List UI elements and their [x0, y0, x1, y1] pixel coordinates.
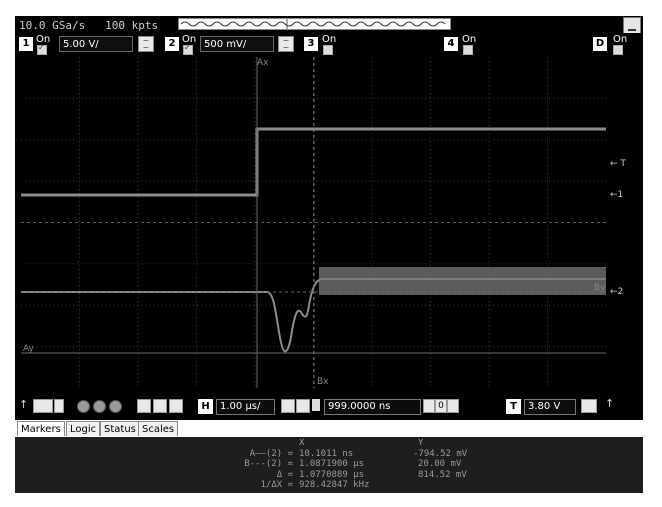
marker-delta-x: 1.0770889 µs — [299, 470, 365, 480]
channel-1-on-checkbox[interactable] — [37, 43, 47, 55]
run-stop-button[interactable] — [77, 400, 90, 413]
tab-markers[interactable]: Markers — [17, 421, 65, 436]
trigger-level-marker[interactable]: ← T — [610, 159, 626, 169]
trigger-slope-icon[interactable]: ↑ — [605, 397, 614, 410]
clear-display-icon[interactable] — [153, 399, 167, 413]
channel-2-scale-field[interactable]: 500 mV/ — [200, 36, 274, 52]
marker-a-x: 10.1011 ns — [299, 449, 354, 459]
oscilloscope-window: 10.0 GSa/s 100 kpts 1 On 5.00 V/ ~~ 2 On… — [15, 16, 643, 493]
marker-b-label: B---(2) = — [244, 459, 293, 469]
graticule-svg — [21, 57, 606, 388]
horizontal-button[interactable]: H — [198, 399, 213, 414]
marker-delta-label: Δ = — [276, 470, 293, 480]
digital-on-checkbox[interactable] — [613, 45, 623, 55]
channel-3-on-checkbox[interactable] — [323, 45, 333, 55]
scroll-up-arrow-icon[interactable]: ↑ — [19, 398, 28, 411]
tab-logic[interactable]: Logic — [66, 421, 101, 436]
channel-1-ground-marker[interactable]: ←1 — [610, 190, 623, 200]
marker-ay-label[interactable]: Ay — [23, 344, 34, 354]
digital-on-label: On — [613, 34, 628, 45]
digital-channel-button[interactable]: D — [593, 37, 607, 51]
default-setup-icon[interactable] — [169, 399, 183, 413]
channel-4-on-label: On — [462, 34, 477, 45]
vertical-stepper[interactable] — [33, 399, 53, 413]
delay-left-arrow[interactable] — [423, 399, 435, 413]
marker-b-y: 20.00 mV — [418, 459, 462, 469]
ch1-marker-label: 1 — [617, 190, 624, 200]
single-button[interactable] — [93, 400, 106, 413]
marker-a-label: A——(2) = — [249, 449, 293, 459]
right-level-markers: ← T ←1 ←2 — [608, 57, 640, 388]
channel-2-on-checkbox[interactable] — [183, 43, 193, 55]
delay-field[interactable]: 999.0000 ns — [324, 399, 421, 415]
channel-2-coupling-button[interactable]: ~ ~ — [278, 36, 294, 52]
marker-delta-y: 814.52 mV — [418, 470, 467, 480]
channel-3-button[interactable]: 3 — [304, 37, 318, 51]
zoom-mode-icon[interactable] — [281, 399, 295, 413]
ch2-marker-label: 2 — [617, 287, 624, 297]
marker-readout-panel: X Y A——(2) = 10.1011 ns -794.52 mV B---(… — [15, 437, 643, 493]
marker-bx-label[interactable]: Bx — [317, 377, 329, 387]
trigger-level-field[interactable]: 3.80 V — [524, 399, 576, 415]
channel-1-coupling-button[interactable]: ~ ~ — [138, 36, 154, 52]
acquisition-info: 10.0 GSa/s 100 kpts — [19, 19, 159, 32]
stepper-small[interactable] — [54, 399, 64, 413]
marker-by-label[interactable]: By — [594, 283, 606, 293]
marker-inverse-delta-label: 1/ΔX = — [260, 480, 293, 490]
channel-bar: 1 On 5.00 V/ ~~ 2 On 500 mV/ ~~ 3 On 4 O… — [15, 33, 643, 55]
autoscale-icon[interactable] — [137, 399, 151, 413]
time-scale-field[interactable]: 1.00 µs/ — [216, 399, 275, 415]
marker-a-y: -794.52 mV — [413, 449, 468, 459]
waveform-mode-icon[interactable] — [296, 399, 310, 413]
delay-marker-icon — [312, 399, 320, 411]
memory-overview-bar[interactable] — [178, 18, 451, 30]
info-tabs: Markers Logic Status Scales — [15, 420, 643, 437]
channel-4-on-checkbox[interactable] — [463, 45, 473, 55]
acquisition-bar: 10.0 GSa/s 100 kpts — [15, 16, 643, 35]
marker-inverse-delta-x: 928.42847 kHz — [299, 480, 370, 490]
marker-ax-label[interactable]: Ax — [257, 58, 268, 68]
tab-status[interactable]: Status — [100, 421, 140, 436]
control-bar: ↑ H 1.00 µs/ 999.0000 ns 0 T 3.80 V ↑ — [15, 394, 643, 420]
channel-2-ground-marker[interactable]: ←2 — [610, 287, 623, 297]
channel-1-button[interactable]: 1 — [19, 37, 33, 51]
delay-right-arrow[interactable] — [447, 399, 459, 413]
overview-waveform — [180, 19, 446, 29]
auto-button[interactable] — [109, 400, 122, 413]
channel-4-button[interactable]: 4 — [444, 37, 458, 51]
trigger-level-stepper[interactable] — [581, 399, 597, 413]
channel-2-ringing-band — [319, 267, 606, 295]
marker-x-header: X — [299, 438, 305, 448]
tab-scales[interactable]: Scales — [138, 421, 179, 436]
marker-y-header: Y — [418, 438, 424, 448]
delay-zero-button[interactable]: 0 — [435, 399, 447, 413]
channel-1-scale-field[interactable]: 5.00 V/ — [59, 36, 133, 52]
waveform-display[interactable]: Ax Bx Ay By — [21, 57, 606, 388]
trigger-button[interactable]: T — [506, 399, 521, 414]
channel-2-button[interactable]: 2 — [165, 37, 179, 51]
channel-3-on-label: On — [322, 34, 337, 45]
trigger-marker-label: T — [620, 159, 626, 169]
marker-b-x: 1.0871900 µs — [299, 459, 365, 469]
